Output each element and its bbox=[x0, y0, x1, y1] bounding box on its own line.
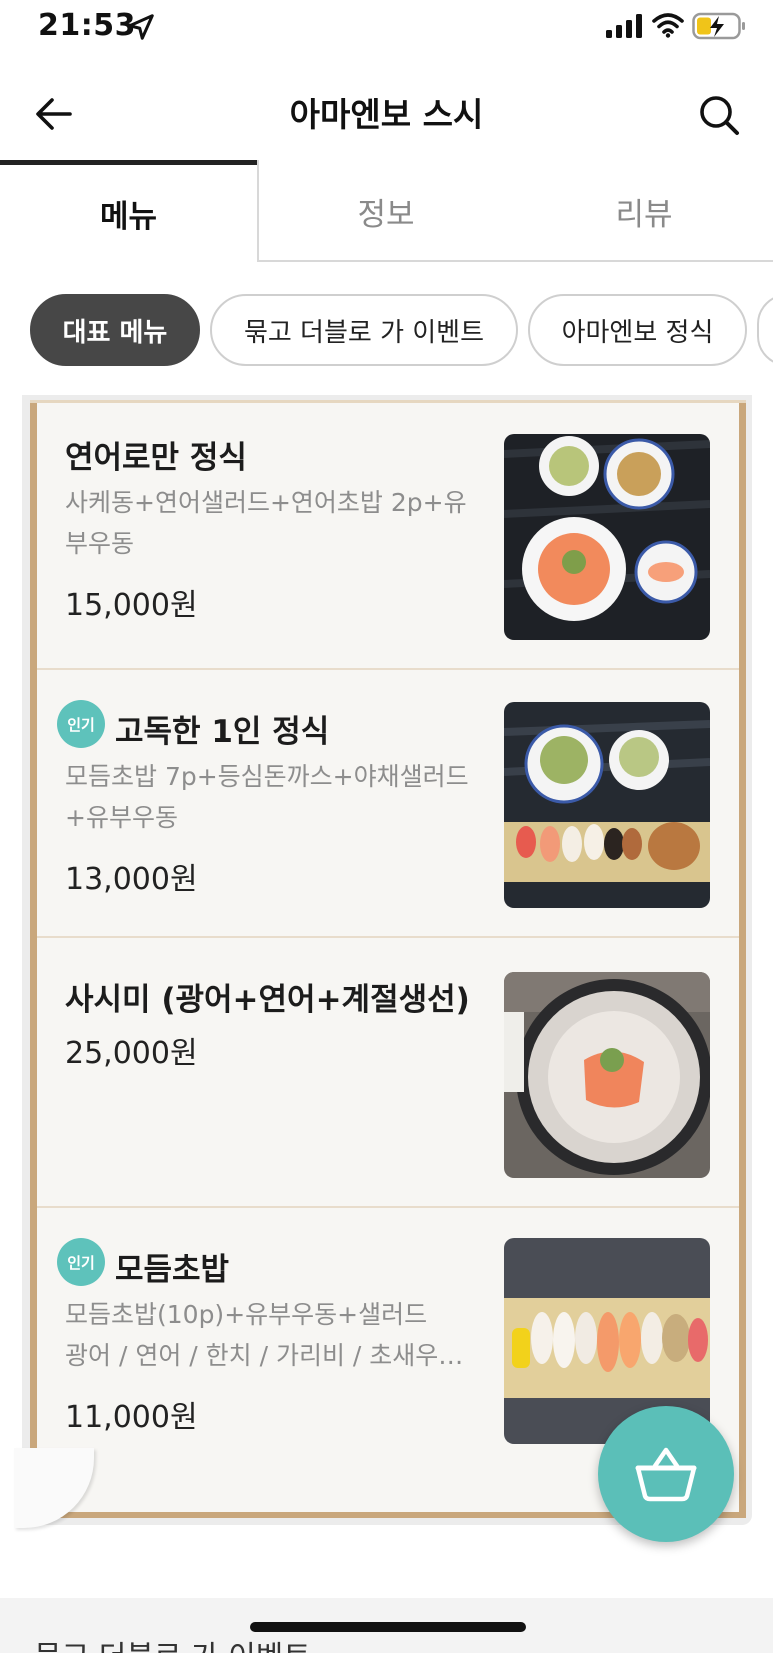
menu-item-name: 모듬초밥 bbox=[115, 1252, 230, 1288]
category-chips: 대표 메뉴 묶고 더블로 가 이벤트 아마엔보 정식 bbox=[0, 292, 773, 368]
app-header: 아마엔보 스시 bbox=[0, 70, 773, 162]
menu-item-description-line: 부우동 bbox=[65, 529, 135, 558]
cellular-signal-icon bbox=[606, 14, 642, 38]
menu-item[interactable]: 사시미 (광어+연어+계절생선) 25,000원 bbox=[37, 940, 739, 1208]
tab-menu[interactable]: 메뉴 bbox=[0, 160, 257, 262]
menu-item-price: 13,000원 bbox=[65, 862, 198, 897]
search-icon bbox=[700, 96, 739, 135]
tab-bar: 메뉴 정보 리뷰 bbox=[0, 160, 773, 262]
status-time: 21:53 bbox=[38, 8, 136, 43]
wifi-icon bbox=[652, 13, 684, 38]
page-title: 아마엔보 스시 bbox=[289, 95, 484, 134]
tab-info[interactable]: 정보 bbox=[257, 160, 515, 262]
menu-item-description-line: +유부우동 bbox=[65, 803, 178, 832]
chip-double-event[interactable]: 묶고 더블로 가 이벤트 bbox=[210, 294, 518, 366]
menu-item-description: 모듬초밥(10p)+유부우동+샐러드 광어 / 연어 / 한치 / 가리비 / … bbox=[65, 1294, 485, 1376]
menu-item-description-line: 모듬초밥 7p+등심돈까스+야채샐러드 bbox=[65, 762, 469, 791]
tab-review[interactable]: 리뷰 bbox=[515, 160, 773, 262]
menu-item-price: 25,000원 bbox=[65, 1036, 198, 1071]
home-indicator[interactable] bbox=[250, 1622, 526, 1632]
battery-charging-icon bbox=[692, 12, 745, 40]
menu-item-photo bbox=[504, 702, 710, 908]
location-arrow-icon bbox=[128, 14, 154, 40]
menu-item-description-line: 광어 / 연어 / 한치 / 가리비 / 초새우… bbox=[65, 1341, 464, 1370]
section-title: 묶고 더블로 가 이벤트 bbox=[34, 1632, 311, 1653]
menu-item-description: 사케동+연어샐러드+연어초밥 2p+유 부우동 bbox=[65, 482, 475, 564]
menu-item-photo bbox=[504, 972, 710, 1178]
chip-more[interactable] bbox=[757, 294, 773, 366]
search-button[interactable] bbox=[694, 90, 744, 140]
cart-button[interactable] bbox=[598, 1406, 734, 1542]
menu-item-photo bbox=[504, 434, 710, 640]
basket-icon bbox=[635, 1447, 697, 1502]
chip-amaenbo-set[interactable]: 아마엔보 정식 bbox=[528, 294, 747, 366]
menu-item[interactable]: 인기 고독한 1인 정식 모듬초밥 7p+등심돈까스+야채샐러드 +유부우동 1… bbox=[37, 670, 739, 938]
menu-item-price: 11,000원 bbox=[65, 1400, 198, 1435]
menu-item-price: 15,000원 bbox=[65, 588, 198, 623]
chip-signature-menu[interactable]: 대표 메뉴 bbox=[30, 294, 200, 366]
popular-badge: 인기 bbox=[57, 1238, 105, 1286]
menu-item-description-line: 모듬초밥(10p)+유부우동+샐러드 bbox=[65, 1300, 428, 1329]
menu-item-description-line: 사케동+연어샐러드+연어초밥 2p+유 bbox=[65, 488, 467, 517]
menu-item-name: 연어로만 정식 bbox=[65, 440, 247, 476]
popular-badge: 인기 bbox=[57, 700, 105, 748]
menu-item-name: 사시미 (광어+연어+계절생선) bbox=[65, 982, 470, 1018]
status-bar: 21:53 bbox=[0, 0, 773, 56]
menu-item[interactable]: 연어로만 정식 사케동+연어샐러드+연어초밥 2p+유 부우동 15,000원 bbox=[37, 402, 739, 670]
menu-item-description: 모듬초밥 7p+등심돈까스+야채샐러드 +유부우동 bbox=[65, 756, 475, 838]
menu-item-name: 고독한 1인 정식 bbox=[115, 714, 330, 750]
